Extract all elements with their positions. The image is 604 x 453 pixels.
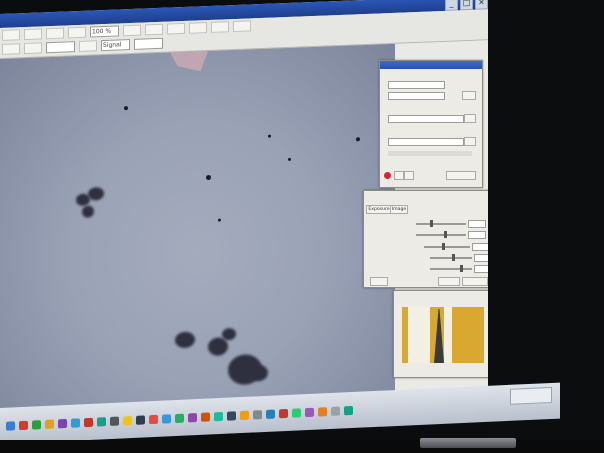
stop-button[interactable] [404, 171, 414, 180]
measure-button[interactable] [189, 21, 207, 34]
taskbar-app-icon[interactable] [344, 405, 353, 416]
monitor-stand-hinge [420, 438, 516, 448]
taskbar-app-icon[interactable] [305, 407, 314, 418]
cell-cluster-d [250, 364, 268, 382]
taskbar-app-icon[interactable] [97, 417, 106, 427]
gain-slider[interactable] [416, 231, 466, 238]
channel-select[interactable] [46, 40, 75, 53]
taskbar-app-icon[interactable] [162, 414, 171, 424]
cell-cluster-a [82, 205, 94, 218]
fit-button[interactable] [123, 24, 141, 36]
help-button[interactable] [370, 277, 388, 286]
exposure-slider[interactable] [424, 243, 470, 250]
close-button[interactable]: × [475, 0, 488, 10]
information-field[interactable] [388, 138, 464, 146]
particle [356, 137, 360, 142]
crop-button[interactable] [167, 22, 185, 35]
taskbar-app-icon[interactable] [292, 408, 301, 418]
taskbar-app-icon[interactable] [32, 420, 41, 430]
taskbar-app-icon[interactable] [45, 419, 54, 429]
particle [124, 106, 128, 111]
taskbar-app-icon[interactable] [110, 416, 119, 427]
brightness-slider[interactable] [416, 220, 466, 227]
particle [288, 157, 291, 161]
grid-button[interactable] [233, 19, 251, 32]
taskbar-app-icon[interactable] [19, 420, 28, 431]
taskbar-app-icon[interactable] [318, 407, 327, 417]
gain-value[interactable] [468, 231, 486, 239]
taskbar-app-icon[interactable] [175, 413, 184, 424]
overlay-button[interactable] [79, 39, 97, 52]
taskbar-app-icon[interactable] [227, 411, 236, 421]
channel-button[interactable] [24, 41, 42, 54]
layout-button[interactable] [2, 42, 20, 55]
pause-button[interactable] [394, 171, 404, 180]
taskbar-app-icon[interactable] [214, 411, 223, 422]
histogram-plot[interactable] [402, 307, 484, 363]
cell-cluster-b [175, 331, 195, 349]
histogram-range-mid [444, 307, 452, 363]
apply-button[interactable] [438, 277, 460, 286]
particle [218, 218, 221, 222]
taskbar-app-icon[interactable] [201, 412, 210, 422]
taskbar-app-icon[interactable] [266, 409, 275, 419]
filename-field[interactable] [388, 115, 464, 123]
tab-exposure[interactable]: Exposure [366, 205, 392, 214]
save-button[interactable] [24, 27, 42, 40]
system-tray [510, 386, 552, 405]
frame-info [388, 151, 472, 156]
taskbar-app-icon[interactable] [123, 416, 132, 426]
capture-dialog [379, 60, 483, 188]
minimize-button[interactable]: _ [445, 0, 458, 11]
rotate-button[interactable] [145, 23, 163, 35]
record-icon[interactable] [384, 172, 391, 179]
taskbar-app-icon[interactable] [58, 418, 67, 429]
annotate-button[interactable] [211, 20, 229, 33]
capture-dialog-title [380, 61, 482, 69]
signal-field[interactable]: Signal [101, 38, 130, 51]
microscope-image-view[interactable] [0, 43, 395, 425]
auto-exposure-slider[interactable] [430, 254, 472, 261]
information-browse-button[interactable] [464, 137, 476, 146]
cell-cluster-c [208, 337, 228, 357]
taskbar-app-icon[interactable] [188, 413, 197, 423]
capture-browse-button[interactable] [462, 91, 476, 100]
capture-close-button[interactable] [446, 171, 476, 180]
open-button[interactable] [2, 28, 20, 41]
capture-size-field[interactable] [388, 92, 445, 100]
default-button[interactable] [462, 277, 488, 286]
maximize-button[interactable]: □ [460, 0, 473, 11]
taskbar-app-icon[interactable] [136, 415, 145, 425]
zoom-select[interactable]: 100 % [90, 24, 119, 38]
zoom-in-icon[interactable] [46, 27, 64, 39]
taskbar-app-icon[interactable] [71, 418, 80, 428]
zoom-out-icon[interactable] [68, 26, 86, 38]
histogram-range-low [408, 307, 430, 363]
filename-browse-button[interactable] [464, 114, 476, 123]
cell-cluster-a [88, 187, 104, 201]
taskbar-app-icon[interactable] [6, 421, 15, 431]
taskbar-app-icon[interactable] [84, 417, 93, 428]
frame-rate-slider[interactable] [430, 265, 472, 272]
selection-marker [170, 51, 208, 72]
capture-mode-field[interactable] [388, 81, 445, 89]
cell-cluster-c [222, 327, 236, 341]
histogram-peak [434, 309, 444, 363]
tab-image[interactable]: Image [390, 205, 408, 214]
particle [268, 134, 271, 138]
taskbar-app-icon[interactable] [279, 408, 288, 419]
particle [206, 174, 211, 181]
taskbar-app-icon[interactable] [331, 406, 340, 416]
brightness-value[interactable] [468, 220, 486, 228]
value-field[interactable] [134, 37, 163, 50]
taskbar-icons [6, 405, 353, 431]
taskbar-app-icon[interactable] [149, 414, 158, 425]
taskbar-app-icon[interactable] [240, 410, 249, 421]
taskbar-app-icon[interactable] [253, 410, 262, 420]
